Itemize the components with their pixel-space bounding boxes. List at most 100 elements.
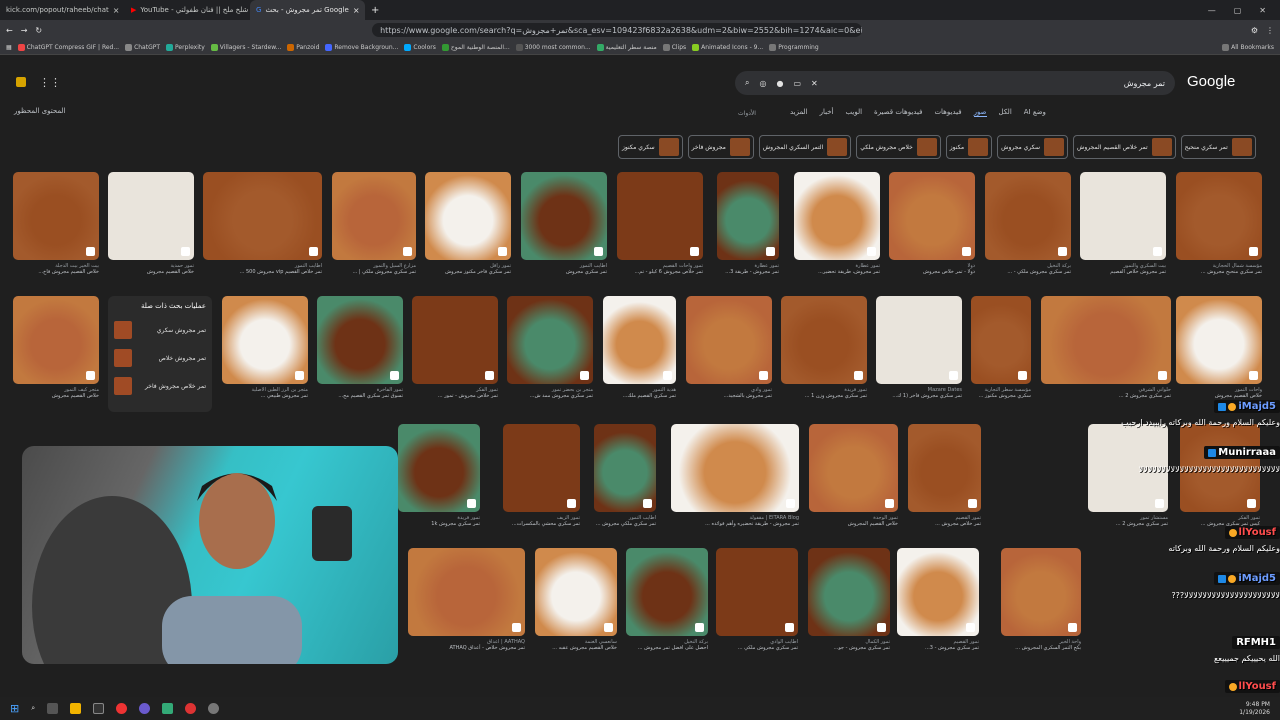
image-result[interactable]: [13, 172, 99, 260]
bookmark-item[interactable]: Remove Backgroun...: [325, 43, 398, 51]
image-caption[interactable]: تمور عطارة تمر مجروش - طريقة 3...: [717, 263, 779, 275]
bookmark-item[interactable]: المنصة الوطنية الموح...: [441, 43, 510, 51]
menu-icon[interactable]: ⋮: [1266, 26, 1274, 35]
image-result[interactable]: [317, 296, 403, 384]
image-result[interactable]: [716, 548, 798, 636]
chrome-icon[interactable]: [185, 703, 197, 714]
image-caption[interactable]: تمور الزيف تمر سكري محشي بالمكسرات...: [503, 515, 580, 527]
image-caption[interactable]: تمور الكمال تمر سكري مجروش - جو...: [808, 639, 890, 651]
refine-chip[interactable]: خلاص مجروش ملكي: [856, 135, 941, 159]
image-caption[interactable]: تمور وادي تمر مجروش بالشجيد...: [686, 387, 772, 399]
image-result[interactable]: [971, 296, 1031, 384]
image-result[interactable]: [617, 172, 703, 260]
image-caption[interactable]: تمور فريدة تمر سكري مجروش 1k: [398, 515, 480, 527]
filter-images[interactable]: صور: [973, 108, 987, 117]
image-result[interactable]: [222, 296, 308, 384]
related-search-item[interactable]: تمر مجروش خلاص: [114, 344, 206, 372]
image-caption[interactable]: تمور رافل تمر سكري فاخر مكنوز مجروش: [425, 263, 511, 275]
tools-button[interactable]: الأدوات: [738, 110, 756, 117]
bookmark-item[interactable]: Perplexity: [166, 43, 205, 51]
image-result[interactable]: [985, 172, 1071, 260]
app-icon[interactable]: [139, 703, 151, 714]
all-bookmarks[interactable]: All Bookmarks: [1222, 43, 1274, 51]
image-result[interactable]: [671, 424, 799, 512]
image-caption[interactable]: متجر بن بحضر تمور تمر سكري مجروش ممد ش...: [507, 387, 593, 399]
image-result[interactable]: [781, 296, 867, 384]
close-icon[interactable]: ×: [113, 6, 120, 15]
image-result[interactable]: [717, 172, 779, 260]
safe-search-label[interactable]: المحتوى المحظور: [14, 107, 65, 115]
refine-chip[interactable]: سكري مجروش: [997, 135, 1068, 159]
image-result[interactable]: [603, 296, 676, 384]
filter-all[interactable]: الكل: [999, 108, 1012, 117]
tab-youtube[interactable]: ▶YouTube - هدنده شلخ ملخ || فنان طفولتي×: [125, 0, 250, 20]
windows-start-icon[interactable]: ⊞: [10, 702, 19, 715]
image-result[interactable]: [794, 172, 880, 260]
refine-chip[interactable]: سكري مكنوز: [618, 135, 683, 159]
image-caption[interactable]: بركة النخيل احصل على افضل تمر مجروش ...: [626, 639, 708, 651]
refine-chip[interactable]: تمر خلاص القصيم المجروش: [1073, 135, 1176, 159]
filter-videos[interactable]: فيديوهات: [934, 108, 961, 117]
image-caption[interactable]: مزارع السيل والتمور تمر سكري مجروش ملكي |…: [332, 263, 416, 275]
search-input[interactable]: تمر مجروش: [1124, 79, 1165, 88]
image-result[interactable]: [626, 548, 708, 636]
bookmark-item[interactable]: ChatGPT Compress GIF | Red...: [17, 43, 119, 51]
app-icon[interactable]: [162, 703, 174, 714]
image-caption[interactable]: أطايب التمور تمر سكري مجروش: [521, 263, 607, 275]
close-icon[interactable]: ×: [353, 6, 360, 15]
image-caption[interactable]: بيت السكري والتمور تمر مجروش خلاص القصيم: [1080, 263, 1166, 275]
image-result[interactable]: [412, 296, 498, 384]
image-caption[interactable]: تمور الوجدة خلاص القصيم المجروش: [809, 515, 898, 527]
task-view-icon[interactable]: [47, 703, 59, 714]
bookmark-item[interactable]: Programming: [769, 43, 819, 51]
image-result[interactable]: [808, 548, 890, 636]
refine-chip[interactable]: مجروش فاخر: [687, 135, 754, 159]
image-caption[interactable]: أطايب الوادي تمر سكري مجروش ملكي ...: [716, 639, 798, 651]
file-explorer-icon[interactable]: [70, 703, 82, 714]
filter-ai-mode[interactable]: وضع AI: [1024, 108, 1046, 117]
image-caption[interactable]: أطايب التمور تمر خلاص القصيم vip مجروش 50…: [203, 263, 322, 275]
refine-chip[interactable]: التمر السكري المجروش: [758, 135, 852, 159]
notion-icon[interactable]: [93, 703, 105, 714]
image-caption[interactable]: EITARA Blog | مقفولة تمر مجروش - طريقة تح…: [671, 515, 799, 527]
bookmark-item[interactable]: 3000 most common...: [515, 43, 591, 51]
maximize-icon[interactable]: ▢: [1234, 6, 1242, 15]
image-result[interactable]: [1176, 296, 1262, 384]
image-caption[interactable]: تمور القصيم تمر سكري مجروش - 3...: [897, 639, 979, 651]
image-result[interactable]: [425, 172, 511, 260]
image-caption[interactable]: تمور القصيم تمر خلاص مجروش ...: [908, 515, 981, 527]
browser-icon[interactable]: [116, 703, 128, 714]
filter-short-videos[interactable]: فيديوهات قصيرة: [874, 108, 922, 117]
image-caption[interactable]: تمور عطارة تمر مجروش، طريقة تحضير...: [794, 263, 880, 275]
image-result[interactable]: [332, 172, 416, 260]
image-caption[interactable]: تمور الفكر تمر خلاص مجروش - تمور ...: [412, 387, 498, 399]
image-result[interactable]: [1041, 296, 1171, 384]
image-result[interactable]: [686, 296, 772, 384]
clear-icon[interactable]: ✕: [811, 79, 818, 88]
search-icon[interactable]: ⌕: [31, 704, 35, 713]
app-icon[interactable]: [208, 703, 220, 714]
image-result[interactable]: [594, 424, 656, 512]
image-result[interactable]: [108, 172, 194, 260]
image-result[interactable]: [876, 296, 962, 384]
image-result[interactable]: [1080, 172, 1166, 260]
related-search-item[interactable]: تمر مجروش سكري: [114, 316, 206, 344]
image-result[interactable]: [908, 424, 981, 512]
image-result[interactable]: [13, 296, 99, 384]
filter-news[interactable]: أخبار: [820, 108, 834, 117]
bookmark-item[interactable]: Coolors: [404, 43, 436, 51]
refine-chip[interactable]: مكنوز: [945, 135, 993, 159]
image-caption[interactable]: هدية التمور تمر سكري القصيم ملك...: [603, 387, 676, 399]
mic-icon[interactable]: ●: [776, 79, 783, 88]
refine-chip[interactable]: تمر سكري منحبح: [1180, 135, 1256, 159]
image-caption[interactable]: متجر كيف التمور خلاص القصيم مجروش: [13, 387, 99, 399]
image-caption[interactable]: بيت الخير بيت الدجلة خلاص القصيم مجروش فا…: [13, 263, 99, 275]
image-result[interactable]: [809, 424, 898, 512]
image-result[interactable]: [203, 172, 322, 260]
new-tab-button[interactable]: +: [365, 5, 385, 16]
minimize-icon[interactable]: —: [1208, 6, 1216, 15]
image-caption[interactable]: تمور فريدة تمر سكري مجروش وزن 1 ...: [781, 387, 867, 399]
bookmark-item[interactable]: ChatGPT: [125, 43, 160, 51]
camera-icon[interactable]: ◎: [759, 79, 766, 88]
image-caption[interactable]: سانعسي الغنمة خلاص القصيم مجروش عقبه ...: [535, 639, 617, 651]
